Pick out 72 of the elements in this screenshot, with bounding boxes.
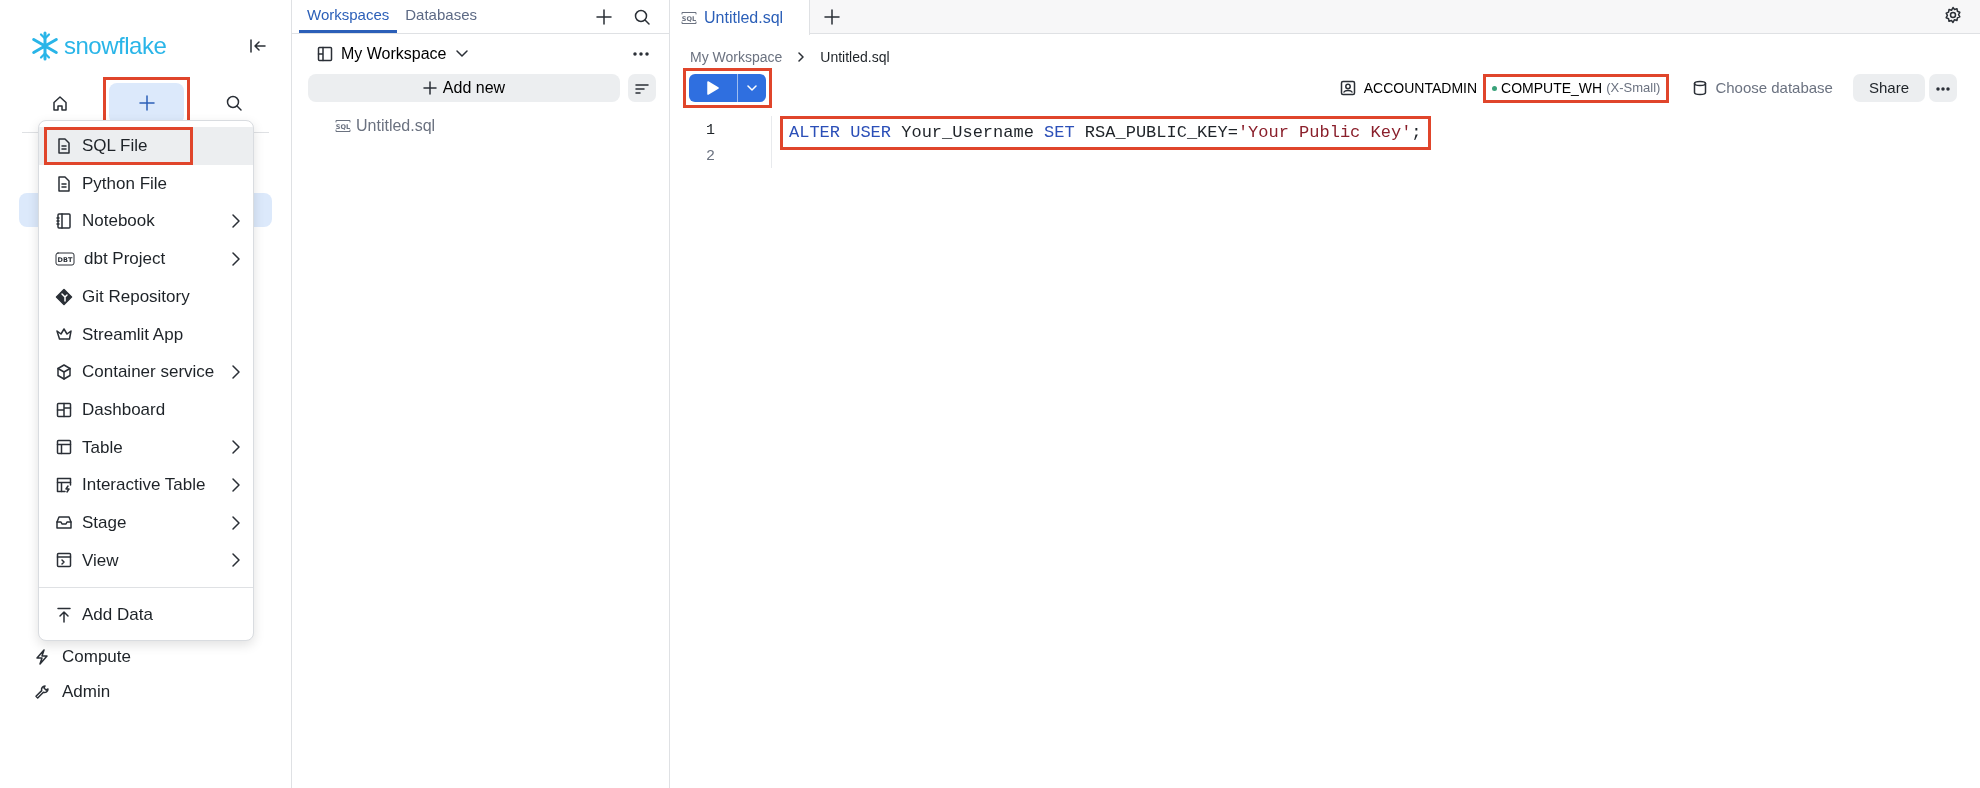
plus-icon	[137, 94, 156, 112]
share-button[interactable]: Share	[1852, 74, 1925, 102]
code-line: ALTER USER Your_Username SET RSA_PUBLIC_KEY='Your Public Key';	[789, 122, 1422, 144]
snowflake-icon	[30, 31, 60, 61]
menu-item[interactable]: Streamlit App	[39, 315, 253, 354]
nav-item-label[interactable]: Compute	[62, 643, 131, 670]
lightning-icon	[34, 648, 50, 665]
chevron-right-icon	[798, 52, 805, 62]
plus-icon	[422, 81, 437, 95]
run-button[interactable]	[689, 74, 737, 102]
new-tab-icon[interactable]	[824, 9, 840, 25]
plus-icon[interactable]	[595, 7, 613, 26]
workspace-selector[interactable]: My Workspace	[317, 42, 469, 66]
user-badge-icon	[1339, 80, 1356, 96]
menu-item[interactable]: Stage	[39, 503, 253, 542]
database-icon	[1693, 80, 1708, 96]
menu-item[interactable]: Dashboard	[39, 390, 253, 429]
breadcrumb-current: Untitled.sql	[820, 47, 890, 67]
menu-item[interactable]: Python File	[39, 164, 253, 203]
chevron-right-icon	[231, 213, 241, 230]
settings-icon[interactable]	[1944, 6, 1962, 24]
more-button[interactable]	[1929, 74, 1957, 102]
cube-icon	[55, 362, 73, 381]
upload-icon	[55, 606, 73, 625]
panel-tab[interactable]: Databases	[397, 0, 485, 33]
chevron-right-icon	[231, 363, 241, 380]
line-number: 1	[705, 121, 715, 141]
dashboard-icon	[55, 400, 73, 419]
warehouse-selector[interactable]: COMPUTE_WH (X-Small)	[1486, 76, 1667, 100]
window-icon	[55, 551, 73, 570]
menu-item[interactable]: Table	[39, 428, 253, 467]
menu-item[interactable]: Container service	[39, 353, 253, 391]
chevron-right-icon	[231, 439, 241, 456]
file-icon	[55, 136, 73, 155]
layout-icon	[317, 46, 333, 62]
more-icon	[1936, 86, 1950, 91]
collapse-sidebar-icon[interactable]	[249, 37, 267, 55]
breadcrumb-link[interactable]: My Workspace	[690, 46, 783, 68]
table-icon	[55, 438, 73, 457]
home-icon	[50, 94, 69, 112]
panel-tab[interactable]: Workspaces	[299, 0, 398, 33]
filter-lines-icon	[635, 82, 649, 95]
inbox-icon	[55, 513, 73, 532]
chevron-right-icon	[231, 514, 241, 531]
logo-text: snowflake	[64, 31, 167, 61]
more-icon[interactable]	[633, 52, 649, 56]
menu-item[interactable]: Interactive Table	[39, 466, 253, 504]
file-icon	[55, 174, 73, 193]
menu-item[interactable]: Add Data	[39, 596, 253, 634]
chevron-right-icon	[231, 250, 241, 267]
git-diamond-icon	[55, 287, 73, 306]
play-icon	[707, 81, 719, 95]
search-icon[interactable]	[633, 7, 651, 26]
line-number: 2	[705, 147, 715, 167]
chevron-right-icon	[231, 477, 241, 494]
menu-item[interactable]: Git Repository	[39, 277, 253, 316]
table-lightning-icon	[55, 476, 73, 495]
run-options-button[interactable]	[737, 74, 766, 102]
search-icon	[224, 94, 243, 112]
menu-item[interactable]: View	[39, 541, 253, 580]
database-selector[interactable]: Choose database	[1687, 75, 1839, 101]
menu-item[interactable]: Notebook	[39, 202, 253, 241]
role-selector[interactable]: ACCOUNTADMIN	[1333, 76, 1484, 100]
chevron-right-icon	[231, 552, 241, 569]
nav-item-label[interactable]: Admin	[62, 678, 111, 705]
chevron-down-icon	[454, 49, 469, 59]
wrench-icon	[34, 683, 50, 700]
chevron-down-icon	[747, 85, 757, 91]
sort-button[interactable]	[628, 74, 656, 102]
notebook-icon	[55, 212, 73, 231]
add-new-button[interactable]: Add new	[308, 74, 620, 102]
menu-item[interactable]: SQL File	[39, 127, 253, 165]
